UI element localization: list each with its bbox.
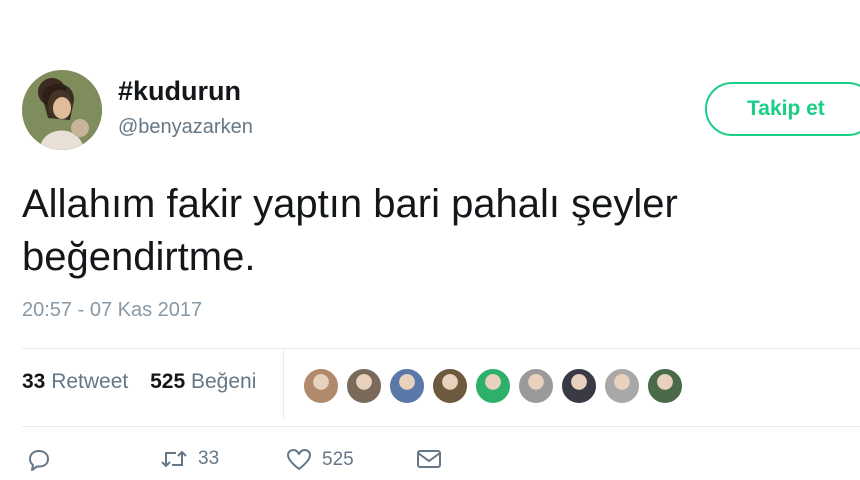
reply-button[interactable] xyxy=(26,448,52,472)
direct-message-button[interactable] xyxy=(416,448,442,470)
liker-avatar[interactable] xyxy=(646,367,684,405)
retweet-count: 33 xyxy=(22,370,46,393)
timestamp[interactable]: 20:57 - 07 Kas 2017 xyxy=(22,299,202,322)
like-stat[interactable]: 525 Beğeni xyxy=(150,370,256,394)
avatar[interactable] xyxy=(22,70,102,150)
tweet-text: Allahım fakir yaptın bari pahalı şeyler … xyxy=(22,182,678,279)
like-action-count: 525 xyxy=(322,449,354,470)
retweet-icon xyxy=(161,450,187,468)
liker-avatars xyxy=(302,367,689,405)
like-count: 525 xyxy=(150,370,186,393)
follow-button[interactable]: Takip et xyxy=(705,82,860,136)
liker-avatar[interactable] xyxy=(517,367,555,405)
liker-avatar[interactable] xyxy=(345,367,383,405)
reply-icon xyxy=(29,450,49,471)
retweet-action-count: 33 xyxy=(198,448,220,469)
envelope-icon xyxy=(417,450,441,468)
avatar-image xyxy=(22,70,102,150)
like-label: Beğeni xyxy=(190,370,257,393)
retweet-stat[interactable]: 33 Retweet xyxy=(22,370,128,394)
username[interactable]: @benyazarken xyxy=(118,116,253,139)
liker-avatar[interactable] xyxy=(388,367,426,405)
heart-icon xyxy=(287,449,311,470)
liker-avatar[interactable] xyxy=(560,367,598,405)
stats-row: 33 Retweet 525 Beğeni xyxy=(22,370,272,394)
liker-avatar[interactable] xyxy=(603,367,641,405)
display-name[interactable]: #kudurun xyxy=(118,76,241,107)
divider-top xyxy=(22,348,860,349)
divider-bottom xyxy=(22,426,860,427)
retweet-button[interactable]: 33 xyxy=(160,448,219,470)
liker-avatar[interactable] xyxy=(302,367,340,405)
stats-separator xyxy=(283,350,284,420)
retweet-label: Retweet xyxy=(51,370,129,393)
liker-avatar[interactable] xyxy=(474,367,512,405)
liker-avatar[interactable] xyxy=(431,367,469,405)
like-button[interactable]: 525 xyxy=(286,448,354,472)
